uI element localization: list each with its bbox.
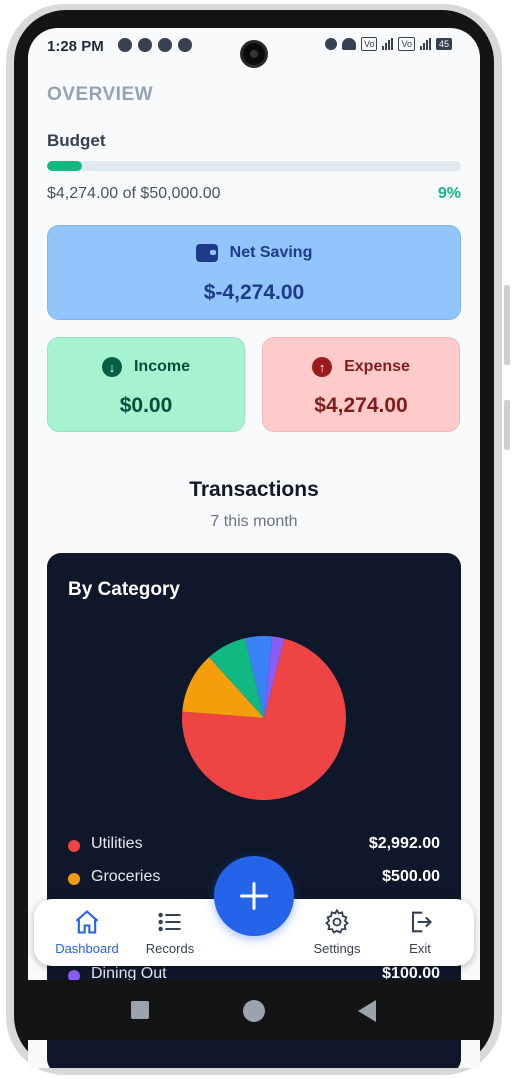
front-camera [240, 40, 268, 68]
income-card[interactable]: ↓ Income $0.00 [47, 337, 245, 432]
home-button[interactable] [243, 1000, 265, 1022]
overview-heading: OVERVIEW [47, 84, 154, 105]
income-value: $0.00 [119, 394, 173, 417]
budget-progress-fill [47, 161, 83, 171]
budget-progress-bar [47, 161, 461, 171]
budget-percent: 9% [437, 185, 461, 202]
legend-name: Utilities [91, 835, 143, 852]
system-navigation-bar [28, 980, 480, 1040]
power-button [504, 400, 510, 450]
transactions-title: Transactions [189, 478, 319, 501]
status-bar: 1:28 PM Vo Vo 45 [28, 28, 480, 68]
notification-icons [118, 38, 192, 52]
list-icon [130, 907, 210, 937]
recents-button[interactable] [131, 1001, 149, 1019]
battery-icon: 45 [435, 38, 452, 50]
home-icon [47, 907, 127, 937]
plus-icon [240, 882, 268, 910]
vpn-icon [138, 38, 152, 52]
category-title: By Category [68, 579, 180, 600]
pie-svg [182, 636, 346, 800]
net-saving-value: $-4,274.00 [203, 281, 305, 304]
net-saving-card[interactable]: Net Saving $-4,274.00 [47, 225, 461, 320]
net-saving-label: Net Saving [229, 244, 313, 261]
wifi-icon [341, 38, 356, 50]
expense-value: $4,274.00 [314, 394, 408, 417]
income-label: Income [133, 358, 190, 375]
nav-label: Dashboard [55, 941, 119, 956]
app-icon [158, 38, 172, 52]
app-screen: 1:28 PM Vo Vo 45 OVERVIEW Budget $4,274.… [28, 28, 480, 1068]
nav-label: Settings [313, 941, 361, 956]
nav-label: Exit [409, 941, 431, 956]
arrow-up-circle-icon: ↑ [312, 357, 333, 377]
nav-label: Records [145, 941, 195, 956]
transactions-subtitle: 7 this month [210, 513, 298, 530]
budget-amount: $4,274.00 of $50,000.00 [47, 185, 221, 202]
nav-dashboard[interactable]: Dashboard [47, 907, 127, 956]
legend-value: $500.00 [382, 868, 440, 885]
legend-value: $2,992.00 [368, 835, 440, 852]
add-transaction-button[interactable] [214, 856, 294, 936]
category-pie-chart [179, 633, 349, 803]
legend-dot [68, 873, 80, 885]
legend-dot [68, 840, 80, 852]
gear-icon [297, 907, 377, 937]
mail-icon [178, 38, 192, 52]
nav-records[interactable]: Records [130, 907, 210, 956]
back-button[interactable] [358, 1000, 376, 1022]
nav-settings[interactable]: Settings [297, 907, 377, 956]
device-background: 1:28 PM Vo Vo 45 OVERVIEW Budget $4,274.… [0, 0, 512, 1079]
status-time: 1:28 PM [47, 38, 104, 55]
arrow-down-circle-icon: ↓ [101, 357, 122, 377]
volte-icon: Vo [360, 37, 378, 51]
volume-button [504, 285, 510, 365]
alarm-icon [324, 38, 337, 50]
wallet-icon [195, 244, 218, 262]
budget-label: Budget [47, 131, 106, 150]
signal-icon [382, 38, 394, 50]
volte-icon: Vo [398, 37, 415, 51]
exit-icon [380, 907, 460, 937]
expense-card[interactable]: ↑ Expense $4,274.00 [262, 337, 460, 432]
signal-icon [419, 38, 431, 50]
chat-icon [118, 38, 132, 52]
legend-name: Groceries [91, 868, 161, 885]
expense-label: Expense [344, 358, 410, 375]
nav-exit[interactable]: Exit [380, 907, 460, 956]
system-icons: Vo Vo 45 [324, 37, 452, 51]
